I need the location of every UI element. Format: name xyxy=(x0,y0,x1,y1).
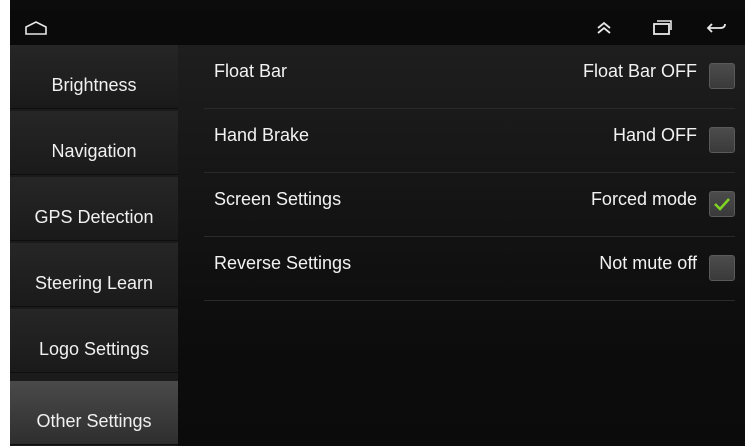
sidebar-item-brightness[interactable]: Brightness xyxy=(10,45,178,109)
sidebar-item-label: GPS Detection xyxy=(34,207,154,227)
settings-sidebar: Brightness Navigation GPS Detection Stee… xyxy=(10,45,178,446)
setting-value: Not mute off xyxy=(599,253,697,273)
setting-value: Forced mode xyxy=(590,189,697,209)
setting-label: Hand Brake xyxy=(214,125,310,145)
sidebar-item-other-settings[interactable]: Other Settings xyxy=(10,381,178,445)
float-bar-checkbox[interactable] xyxy=(709,63,735,89)
recent-apps-icon[interactable] xyxy=(650,18,674,38)
sidebar-item-label: Other Settings xyxy=(36,411,152,431)
screen-settings-checkbox[interactable] xyxy=(709,191,735,217)
double-chevron-up-icon[interactable] xyxy=(592,18,616,38)
setting-row-screen-settings[interactable]: Screen Settings Forced mode xyxy=(204,173,735,237)
reverse-settings-checkbox[interactable] xyxy=(709,255,735,281)
sidebar-item-label: Brightness xyxy=(51,75,137,95)
setting-value: Float Bar OFF xyxy=(582,61,697,81)
sidebar-item-steering-learn[interactable]: Steering Learn xyxy=(10,243,178,307)
setting-row-float-bar[interactable]: Float Bar Float Bar OFF xyxy=(204,45,735,109)
back-icon[interactable] xyxy=(704,18,728,38)
sidebar-item-logo-settings[interactable]: Logo Settings xyxy=(10,309,178,373)
sidebar-item-label: Logo Settings xyxy=(38,339,150,359)
setting-label: Float Bar xyxy=(214,61,288,81)
sidebar-item-label: Navigation xyxy=(51,141,137,161)
sidebar-item-gps-detection[interactable]: GPS Detection xyxy=(10,177,178,241)
setting-label: Screen Settings xyxy=(214,189,342,209)
status-bar xyxy=(10,10,745,45)
check-icon xyxy=(714,198,730,211)
head-unit-screen: Brightness Navigation GPS Detection Stee… xyxy=(10,0,745,446)
setting-label: Reverse Settings xyxy=(214,253,352,273)
hand-brake-checkbox[interactable] xyxy=(709,127,735,153)
settings-content-panel: Float Bar Float Bar OFF Hand Brake Hand … xyxy=(178,45,745,446)
sidebar-item-navigation[interactable]: Navigation xyxy=(10,111,178,175)
setting-value: Hand OFF xyxy=(612,125,697,145)
setting-row-hand-brake[interactable]: Hand Brake Hand OFF xyxy=(204,109,735,173)
sidebar-item-label: Steering Learn xyxy=(34,273,154,293)
setting-row-reverse-settings[interactable]: Reverse Settings Not mute off xyxy=(204,237,735,301)
home-icon[interactable] xyxy=(24,18,48,38)
